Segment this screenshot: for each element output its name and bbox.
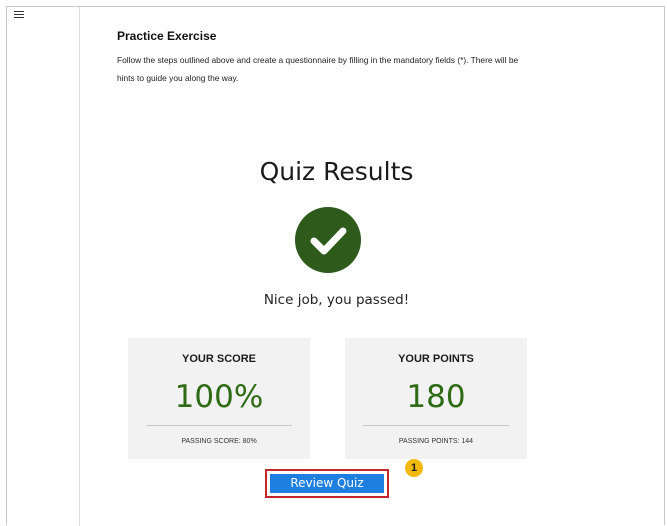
step-badge: 1 xyxy=(405,459,423,477)
points-value: 180 xyxy=(406,379,466,415)
score-label: YOUR SCORE xyxy=(182,353,256,365)
passing-points: PASSING POINTS: 144 xyxy=(398,438,474,445)
score-card: YOUR SCORE 100% PASSING SCORE: 80% xyxy=(128,338,310,459)
lesson-frame: Practice Exercise Follow the steps outli… xyxy=(6,6,665,526)
points-label: YOUR POINTS xyxy=(398,353,474,365)
sidebar-divider xyxy=(79,7,80,526)
check-circle-icon xyxy=(294,206,362,274)
score-divider xyxy=(146,425,292,426)
points-divider xyxy=(363,425,509,426)
review-quiz-highlight: Review Quiz xyxy=(265,469,389,498)
exercise-title: Practice Exercise xyxy=(117,29,217,43)
exercise-description: Follow the steps outlined above and crea… xyxy=(117,55,519,83)
points-card: YOUR POINTS 180 PASSING POINTS: 144 xyxy=(345,338,527,459)
passing-score: PASSING SCORE: 80% xyxy=(181,438,257,445)
pass-message: Nice job, you passed! xyxy=(263,292,410,308)
quiz-results-title: Quiz Results xyxy=(259,157,414,186)
review-quiz-button[interactable]: Review Quiz xyxy=(270,474,384,493)
hamburger-menu-icon[interactable] xyxy=(14,9,24,21)
score-value: 100% xyxy=(174,379,264,415)
